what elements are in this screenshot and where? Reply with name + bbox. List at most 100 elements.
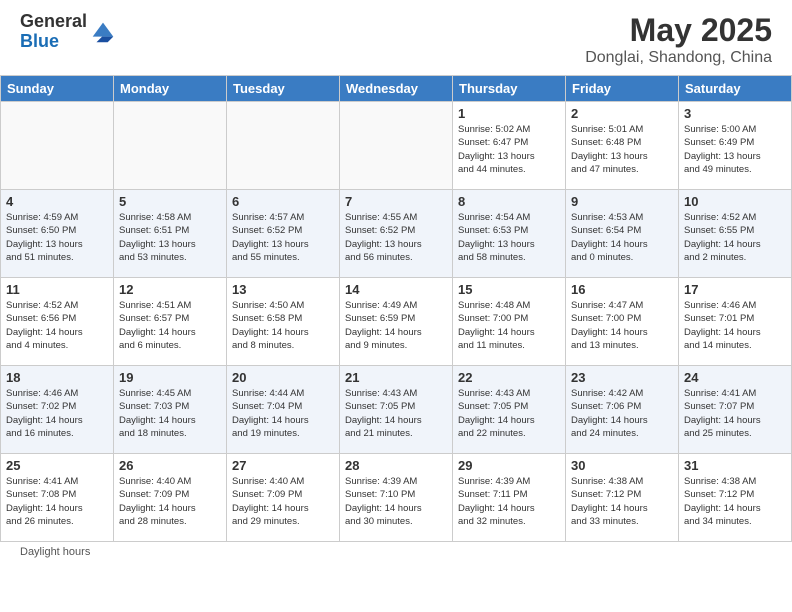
day-info: Sunrise: 4:42 AM Sunset: 7:06 PM Dayligh… bbox=[571, 387, 673, 440]
day-info: Sunrise: 5:01 AM Sunset: 6:48 PM Dayligh… bbox=[571, 123, 673, 176]
calendar-day-9: 9 Sunrise: 4:53 AM Sunset: 6:54 PM Daylig… bbox=[566, 190, 679, 278]
calendar-header-wednesday: Wednesday bbox=[340, 76, 453, 102]
calendar-day-6: 6 Sunrise: 4:57 AM Sunset: 6:52 PM Daylig… bbox=[227, 190, 340, 278]
day-info: Sunrise: 4:46 AM Sunset: 7:01 PM Dayligh… bbox=[684, 299, 786, 352]
day-info: Sunrise: 4:38 AM Sunset: 7:12 PM Dayligh… bbox=[571, 475, 673, 528]
day-info: Sunrise: 4:46 AM Sunset: 7:02 PM Dayligh… bbox=[6, 387, 108, 440]
calendar-day-27: 27 Sunrise: 4:40 AM Sunset: 7:09 PM Dayli… bbox=[227, 454, 340, 542]
calendar-day-19: 19 Sunrise: 4:45 AM Sunset: 7:03 PM Dayli… bbox=[114, 366, 227, 454]
logo-icon bbox=[89, 18, 117, 46]
calendar: SundayMondayTuesdayWednesdayThursdayFrid… bbox=[0, 75, 792, 542]
day-number: 18 bbox=[6, 370, 108, 385]
logo-blue: Blue bbox=[20, 31, 59, 51]
day-info: Sunrise: 4:55 AM Sunset: 6:52 PM Dayligh… bbox=[345, 211, 447, 264]
calendar-week-5: 25Sunrise: 4:41 AM Sunset: 7:08 PM Dayli… bbox=[1, 454, 792, 542]
day-number: 8 bbox=[458, 194, 560, 209]
calendar-week-4: 18 Sunrise: 4:46 AM Sunset: 7:02 PM Dayli… bbox=[1, 366, 792, 454]
day-info: Sunrise: 4:57 AM Sunset: 6:52 PM Dayligh… bbox=[232, 211, 334, 264]
calendar-week-3: 11 Sunrise: 4:52 AM Sunset: 6:56 PM Dayli… bbox=[1, 278, 792, 366]
day-info: Sunrise: 4:50 AM Sunset: 6:58 PM Dayligh… bbox=[232, 299, 334, 352]
day-number: 24 bbox=[684, 370, 786, 385]
calendar-day-15: 15 Sunrise: 4:48 AM Sunset: 7:00 PM Dayli… bbox=[453, 278, 566, 366]
day-number: 22 bbox=[458, 370, 560, 385]
day-number: 31 bbox=[684, 458, 786, 473]
calendar-header-row: SundayMondayTuesdayWednesdayThursdayFrid… bbox=[1, 76, 792, 102]
day-number: 1 bbox=[458, 106, 560, 121]
calendar-day-empty bbox=[114, 102, 227, 190]
day-number: 21 bbox=[345, 370, 447, 385]
day-info: Sunrise: 4:58 AM Sunset: 6:51 PM Dayligh… bbox=[119, 211, 221, 264]
calendar-day-20: 20 Sunrise: 4:44 AM Sunset: 7:04 PM Dayli… bbox=[227, 366, 340, 454]
calendar-day-24: 24Sunrise: 4:41 AM Sunset: 7:07 PM Dayli… bbox=[679, 366, 792, 454]
day-number: 13 bbox=[232, 282, 334, 297]
header: General Blue May 2025 Donglai, Shandong,… bbox=[0, 0, 792, 75]
day-info: Sunrise: 4:40 AM Sunset: 7:09 PM Dayligh… bbox=[119, 475, 221, 528]
day-number: 30 bbox=[571, 458, 673, 473]
calendar-day-21: 21 Sunrise: 4:43 AM Sunset: 7:05 PM Dayli… bbox=[340, 366, 453, 454]
day-number: 14 bbox=[345, 282, 447, 297]
calendar-day-26: 26 Sunrise: 4:40 AM Sunset: 7:09 PM Dayli… bbox=[114, 454, 227, 542]
day-number: 4 bbox=[6, 194, 108, 209]
day-info: Sunrise: 4:59 AM Sunset: 6:50 PM Dayligh… bbox=[6, 211, 108, 264]
title-area: May 2025 Donglai, Shandong, China bbox=[585, 12, 772, 67]
day-info: Sunrise: 4:53 AM Sunset: 6:54 PM Dayligh… bbox=[571, 211, 673, 264]
calendar-header-thursday: Thursday bbox=[453, 76, 566, 102]
day-info: Sunrise: 4:45 AM Sunset: 7:03 PM Dayligh… bbox=[119, 387, 221, 440]
calendar-day-29: 29Sunrise: 4:39 AM Sunset: 7:11 PM Dayli… bbox=[453, 454, 566, 542]
day-info: Sunrise: 4:48 AM Sunset: 7:00 PM Dayligh… bbox=[458, 299, 560, 352]
day-info: Sunrise: 4:41 AM Sunset: 7:08 PM Dayligh… bbox=[6, 475, 108, 528]
day-info: Sunrise: 4:54 AM Sunset: 6:53 PM Dayligh… bbox=[458, 211, 560, 264]
calendar-day-empty bbox=[340, 102, 453, 190]
calendar-day-11: 11 Sunrise: 4:52 AM Sunset: 6:56 PM Dayli… bbox=[1, 278, 114, 366]
calendar-header-saturday: Saturday bbox=[679, 76, 792, 102]
calendar-day-empty bbox=[1, 102, 114, 190]
day-number: 9 bbox=[571, 194, 673, 209]
day-info: Sunrise: 4:44 AM Sunset: 7:04 PM Dayligh… bbox=[232, 387, 334, 440]
day-number: 29 bbox=[458, 458, 560, 473]
day-number: 15 bbox=[458, 282, 560, 297]
day-number: 16 bbox=[571, 282, 673, 297]
day-number: 17 bbox=[684, 282, 786, 297]
day-number: 6 bbox=[232, 194, 334, 209]
day-number: 28 bbox=[345, 458, 447, 473]
calendar-day-14: 14Sunrise: 4:49 AM Sunset: 6:59 PM Dayli… bbox=[340, 278, 453, 366]
calendar-header-tuesday: Tuesday bbox=[227, 76, 340, 102]
calendar-day-4: 4 Sunrise: 4:59 AM Sunset: 6:50 PM Daylig… bbox=[1, 190, 114, 278]
day-number: 7 bbox=[345, 194, 447, 209]
calendar-day-12: 12Sunrise: 4:51 AM Sunset: 6:57 PM Dayli… bbox=[114, 278, 227, 366]
day-number: 23 bbox=[571, 370, 673, 385]
calendar-day-22: 22Sunrise: 4:43 AM Sunset: 7:05 PM Dayli… bbox=[453, 366, 566, 454]
day-info: Sunrise: 4:52 AM Sunset: 6:56 PM Dayligh… bbox=[6, 299, 108, 352]
logo-general: General bbox=[20, 11, 87, 31]
day-number: 11 bbox=[6, 282, 108, 297]
day-info: Sunrise: 4:51 AM Sunset: 6:57 PM Dayligh… bbox=[119, 299, 221, 352]
daylight-hours-label: Daylight hours bbox=[20, 546, 90, 558]
calendar-day-7: 7 Sunrise: 4:55 AM Sunset: 6:52 PM Daylig… bbox=[340, 190, 453, 278]
calendar-day-3: 3Sunrise: 5:00 AM Sunset: 6:49 PM Daylig… bbox=[679, 102, 792, 190]
day-info: Sunrise: 5:02 AM Sunset: 6:47 PM Dayligh… bbox=[458, 123, 560, 176]
calendar-day-8: 8 Sunrise: 4:54 AM Sunset: 6:53 PM Daylig… bbox=[453, 190, 566, 278]
day-info: Sunrise: 4:39 AM Sunset: 7:10 PM Dayligh… bbox=[345, 475, 447, 528]
logo: General Blue bbox=[20, 12, 117, 52]
calendar-day-13: 13 Sunrise: 4:50 AM Sunset: 6:58 PM Dayli… bbox=[227, 278, 340, 366]
calendar-day-31: 31 Sunrise: 4:38 AM Sunset: 7:12 PM Dayli… bbox=[679, 454, 792, 542]
day-info: Sunrise: 4:40 AM Sunset: 7:09 PM Dayligh… bbox=[232, 475, 334, 528]
day-number: 26 bbox=[119, 458, 221, 473]
calendar-day-17: 17 Sunrise: 4:46 AM Sunset: 7:01 PM Dayli… bbox=[679, 278, 792, 366]
calendar-day-16: 16Sunrise: 4:47 AM Sunset: 7:00 PM Dayli… bbox=[566, 278, 679, 366]
calendar-day-23: 23 Sunrise: 4:42 AM Sunset: 7:06 PM Dayli… bbox=[566, 366, 679, 454]
calendar-day-1: 1 Sunrise: 5:02 AM Sunset: 6:47 PM Daylig… bbox=[453, 102, 566, 190]
calendar-day-28: 28 Sunrise: 4:39 AM Sunset: 7:10 PM Dayli… bbox=[340, 454, 453, 542]
calendar-day-25: 25Sunrise: 4:41 AM Sunset: 7:08 PM Dayli… bbox=[1, 454, 114, 542]
day-number: 2 bbox=[571, 106, 673, 121]
day-number: 19 bbox=[119, 370, 221, 385]
day-info: Sunrise: 4:43 AM Sunset: 7:05 PM Dayligh… bbox=[345, 387, 447, 440]
calendar-week-1: 1 Sunrise: 5:02 AM Sunset: 6:47 PM Daylig… bbox=[1, 102, 792, 190]
calendar-day-empty bbox=[227, 102, 340, 190]
day-info: Sunrise: 4:38 AM Sunset: 7:12 PM Dayligh… bbox=[684, 475, 786, 528]
calendar-day-2: 2 Sunrise: 5:01 AM Sunset: 6:48 PM Daylig… bbox=[566, 102, 679, 190]
calendar-day-5: 5 Sunrise: 4:58 AM Sunset: 6:51 PM Daylig… bbox=[114, 190, 227, 278]
day-number: 27 bbox=[232, 458, 334, 473]
day-number: 20 bbox=[232, 370, 334, 385]
day-number: 5 bbox=[119, 194, 221, 209]
